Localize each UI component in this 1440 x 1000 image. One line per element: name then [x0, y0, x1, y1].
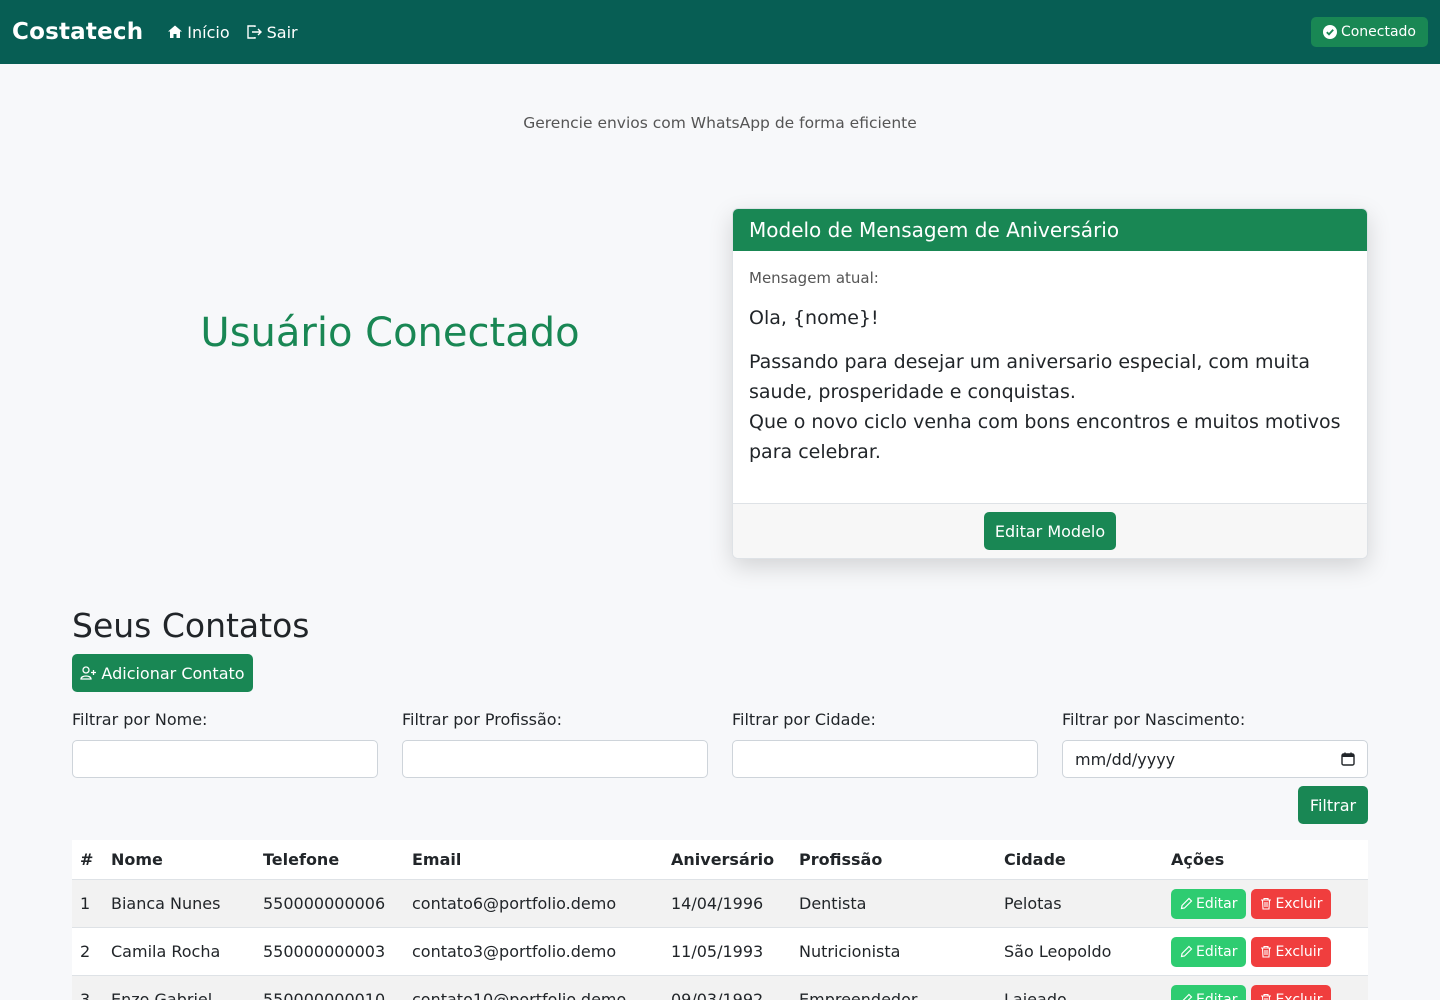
col-profession: Profissão: [799, 850, 883, 869]
filter-name-label: Filtrar por Nome:: [72, 710, 208, 729]
filter-city: Filtrar por Cidade:: [732, 710, 1038, 778]
nav-link-label: Sair: [266, 22, 298, 42]
message-line-2: Que o novo ciclo venha com bons encontro…: [749, 411, 1341, 463]
nav-link-sair[interactable]: Sair: [246, 23, 298, 42]
filter-birth: Filtrar por Nascimento: mm/dd/yyyy: [1062, 710, 1368, 778]
logout-icon: [246, 25, 262, 39]
cell-birthday: 14/04/1996: [671, 894, 764, 913]
filter-profession-label: Filtrar por Profissão:: [402, 710, 562, 729]
tagline: Gerencie envios com WhatsApp de forma ef…: [523, 114, 917, 132]
filter-name-input[interactable]: [72, 740, 378, 778]
current-message-label: Mensagem atual:: [749, 269, 879, 287]
trash-icon: [1261, 897, 1272, 910]
connection-title: Usuário Conectado: [200, 310, 580, 356]
cell-phone: 550000000003: [263, 942, 386, 961]
col-index: #: [80, 850, 94, 869]
person-plus-icon: [80, 666, 97, 680]
filter-button[interactable]: Filtrar: [1298, 786, 1368, 824]
cell-birthday: 11/05/1993: [671, 942, 764, 961]
col-email: Email: [412, 850, 462, 869]
cell-name: Bianca Nunes: [111, 894, 221, 913]
filter-profession-input[interactable]: [402, 740, 708, 778]
cell-profession: Nutricionista: [799, 942, 901, 961]
delete-contact-button[interactable]: Excluir: [1251, 888, 1332, 919]
nav-link-inicio[interactable]: Início: [167, 22, 230, 42]
cell-phone: 550000000006: [263, 894, 386, 913]
col-phone: Telefone: [263, 850, 340, 869]
add-contact-button[interactable]: Adicionar Contato: [72, 654, 253, 692]
card-footer: Editar Modelo: [733, 503, 1367, 558]
table-row: 1 Bianca Nunes 550000000006 contato6@por…: [72, 880, 1368, 928]
col-birthday: Aniversário: [671, 850, 775, 869]
cell-name: Enzo Gabriel: [111, 990, 213, 1000]
card-header: Modelo de Mensagem de Aniversário: [733, 209, 1367, 251]
cell-city: São Leopoldo: [1004, 942, 1112, 961]
cell-index: 1: [80, 894, 91, 913]
cell-profession: Empreendedor: [799, 990, 918, 1000]
table-row: 3 Enzo Gabriel 550000000010 contato10@po…: [72, 976, 1368, 1000]
calendar-icon[interactable]: [1341, 752, 1355, 766]
cell-city: Pelotas: [1004, 894, 1062, 913]
cell-phone: 550000000010: [263, 990, 386, 1000]
cell-actions: Editar Excluir: [1171, 888, 1368, 919]
cell-email: contato10@portfolio.demo: [412, 990, 627, 1000]
delete-label: Excluir: [1275, 943, 1323, 960]
pencil-icon: [1180, 897, 1193, 910]
cell-email: contato3@portfolio.demo: [412, 942, 617, 961]
delete-contact-button[interactable]: Excluir: [1251, 984, 1332, 1000]
delete-label: Excluir: [1275, 991, 1323, 1000]
table-row: 2 Camila Rocha 550000000003 contato3@por…: [72, 928, 1368, 976]
cell-actions: Editar Excluir: [1171, 984, 1368, 1000]
col-actions: Ações: [1171, 850, 1225, 869]
cell-profession: Dentista: [799, 894, 867, 913]
add-contact-label: Adicionar Contato: [101, 663, 245, 683]
table-header: # Nome Telefone Email Aniversário Profis…: [72, 840, 1368, 880]
cell-index: 3: [80, 990, 91, 1000]
edit-label: Editar: [1196, 991, 1238, 1000]
cell-email: contato6@portfolio.demo: [412, 894, 617, 913]
delete-label: Excluir: [1275, 895, 1323, 912]
home-icon: [168, 25, 183, 38]
brand-logo[interactable]: Costatech: [12, 19, 143, 45]
edit-template-button[interactable]: Editar Modelo: [984, 512, 1116, 550]
col-city: Cidade: [1004, 850, 1066, 869]
filter-city-input[interactable]: [732, 740, 1038, 778]
trash-icon: [1261, 945, 1272, 958]
date-placeholder: mm/dd/yyyy: [1075, 749, 1176, 769]
edit-label: Editar: [1196, 943, 1238, 960]
cell-index: 2: [80, 942, 91, 961]
message-line-1: Passando para desejar um aniversario esp…: [749, 351, 1310, 403]
pencil-icon: [1182, 993, 1193, 1000]
contacts-title: Seus Contatos: [72, 606, 310, 645]
message-template-card: Modelo de Mensagem de Aniversário Mensag…: [732, 208, 1368, 559]
cell-birthday: 09/03/1992: [671, 990, 764, 1000]
delete-contact-button[interactable]: Excluir: [1251, 936, 1332, 967]
nav-link-label: Início: [187, 22, 230, 42]
filter-birth-label: Filtrar por Nascimento:: [1062, 710, 1246, 729]
edit-label: Editar: [1196, 895, 1238, 912]
connection-status-badge: Conectado: [1310, 17, 1428, 47]
check-circle-icon: [1322, 25, 1337, 39]
filter-profession: Filtrar por Profissão:: [402, 710, 708, 778]
trash-icon: [1261, 993, 1272, 1000]
filter-birth-input[interactable]: mm/dd/yyyy: [1062, 740, 1368, 778]
filter-city-label: Filtrar por Cidade:: [732, 710, 876, 729]
edit-contact-button[interactable]: Editar: [1171, 936, 1247, 967]
edit-contact-button[interactable]: Editar: [1171, 984, 1247, 1000]
contacts-table: # Nome Telefone Email Aniversário Profis…: [72, 840, 1368, 1000]
cell-city: Lajeado: [1004, 990, 1067, 1000]
col-name: Nome: [111, 850, 163, 869]
cell-actions: Editar Excluir: [1171, 936, 1368, 967]
navbar: Costatech Início Sair Conectado: [0, 0, 1440, 64]
card-body: Mensagem atual: Ola, {nome}! Passando pa…: [733, 251, 1367, 505]
filter-name: Filtrar por Nome:: [72, 710, 378, 778]
cell-name: Camila Rocha: [111, 942, 221, 961]
edit-contact-button[interactable]: Editar: [1171, 888, 1247, 919]
status-label: Conectado: [1340, 24, 1416, 40]
message-greeting: Ola, {nome}!: [749, 307, 879, 329]
pencil-icon: [1180, 945, 1193, 958]
